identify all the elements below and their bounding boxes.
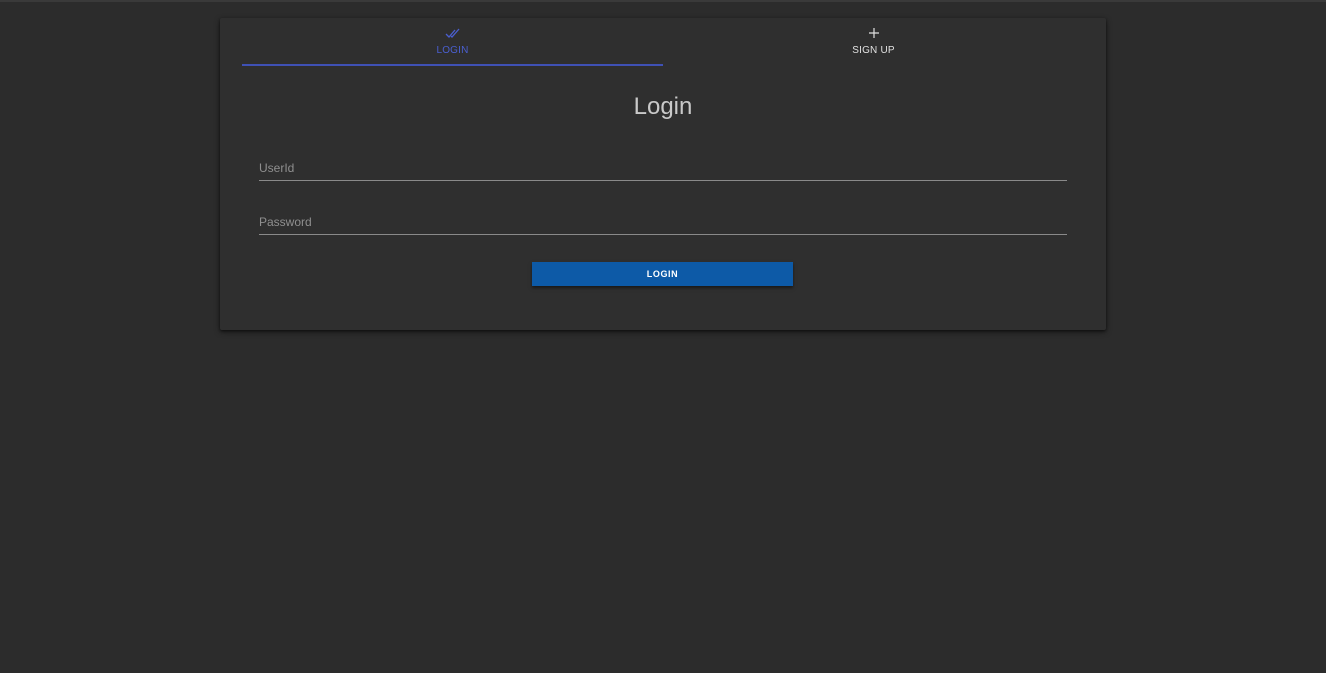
tab-sign-up-label: SIGN UP xyxy=(852,45,895,56)
userid-field-container xyxy=(259,150,1067,181)
password-input[interactable] xyxy=(259,204,1067,234)
plus-icon xyxy=(866,25,882,41)
auth-tabs: LOGIN SIGN UP xyxy=(242,18,1084,66)
page-title: Login xyxy=(633,93,693,120)
password-field-container xyxy=(259,204,1067,235)
double-check-icon xyxy=(445,25,461,41)
tab-login-label: LOGIN xyxy=(436,45,469,56)
window-top-border xyxy=(0,0,1326,2)
active-tab-indicator xyxy=(242,64,663,66)
login-button[interactable]: LOGIN xyxy=(532,262,793,286)
tab-login[interactable]: LOGIN xyxy=(242,18,663,66)
userid-input[interactable] xyxy=(259,150,1067,180)
tab-sign-up[interactable]: SIGN UP xyxy=(663,18,1084,66)
auth-card: LOGIN SIGN UP Login LOGIN xyxy=(220,18,1106,330)
